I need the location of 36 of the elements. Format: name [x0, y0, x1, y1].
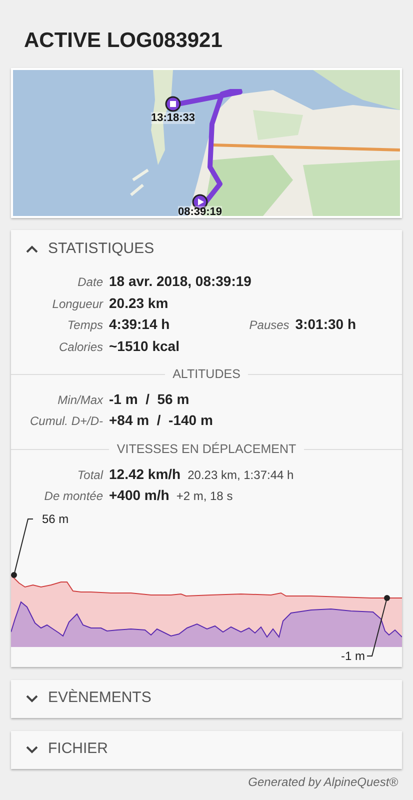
leader-line	[366, 594, 390, 656]
stat-value: 4:39:14 h	[109, 315, 171, 334]
stat-label: Calories	[58, 338, 104, 356]
stat-label: Longueur	[51, 296, 104, 312]
stat-note: 20.23 km, 1:37:44 h	[188, 466, 294, 484]
page-title: ACTIVE LOG083921	[24, 28, 224, 54]
stat-value: 3:01:30 h	[295, 315, 356, 334]
max-elevation-label: 56 m	[42, 512, 69, 526]
stat-note: +2 m, 18 s	[176, 488, 233, 505]
stat-value: ~1510 kcal	[109, 336, 180, 356]
min-elevation-label: -1 m	[341, 648, 365, 662]
group-heading: VITESSES EN DÉPLACEMENT	[116, 440, 296, 458]
stat-label: Total	[76, 466, 104, 484]
stat-label: De montée	[43, 488, 104, 505]
leader-line	[11, 518, 34, 578]
group-heading: ALTITUDES	[172, 366, 240, 383]
stat-value: 20.23 km	[109, 294, 168, 312]
chevron-down-icon	[26, 694, 38, 702]
stat-label: Temps	[66, 317, 104, 334]
chevron-down-icon	[26, 746, 38, 754]
section-header[interactable]: STATISTIQUES	[11, 230, 402, 268]
time-label: 13:18:33	[151, 112, 196, 124]
footer-text: Generated by AlpineQuest®	[247, 774, 398, 788]
stat-label: Cumul. D+/D-	[28, 413, 104, 430]
stat-value: 18 avr. 2018, 08:39:19	[109, 272, 252, 291]
stat-value: +400 m/h	[109, 486, 170, 505]
section-header[interactable]: EVÈNEMENTS	[11, 680, 402, 718]
stat-label: Pauses	[248, 317, 290, 334]
stat-value: +84 m / -140 m	[109, 411, 213, 430]
chevron-up-icon	[26, 245, 38, 253]
stop-marker-icon	[165, 96, 181, 112]
stat-label: Min/Max	[56, 392, 104, 409]
stat-value: -1 m / 56 m	[109, 390, 190, 409]
stat-value: 12.42 km/h	[109, 464, 181, 484]
section-header[interactable]: FICHIER	[11, 730, 402, 768]
stat-label: Date	[76, 274, 104, 291]
